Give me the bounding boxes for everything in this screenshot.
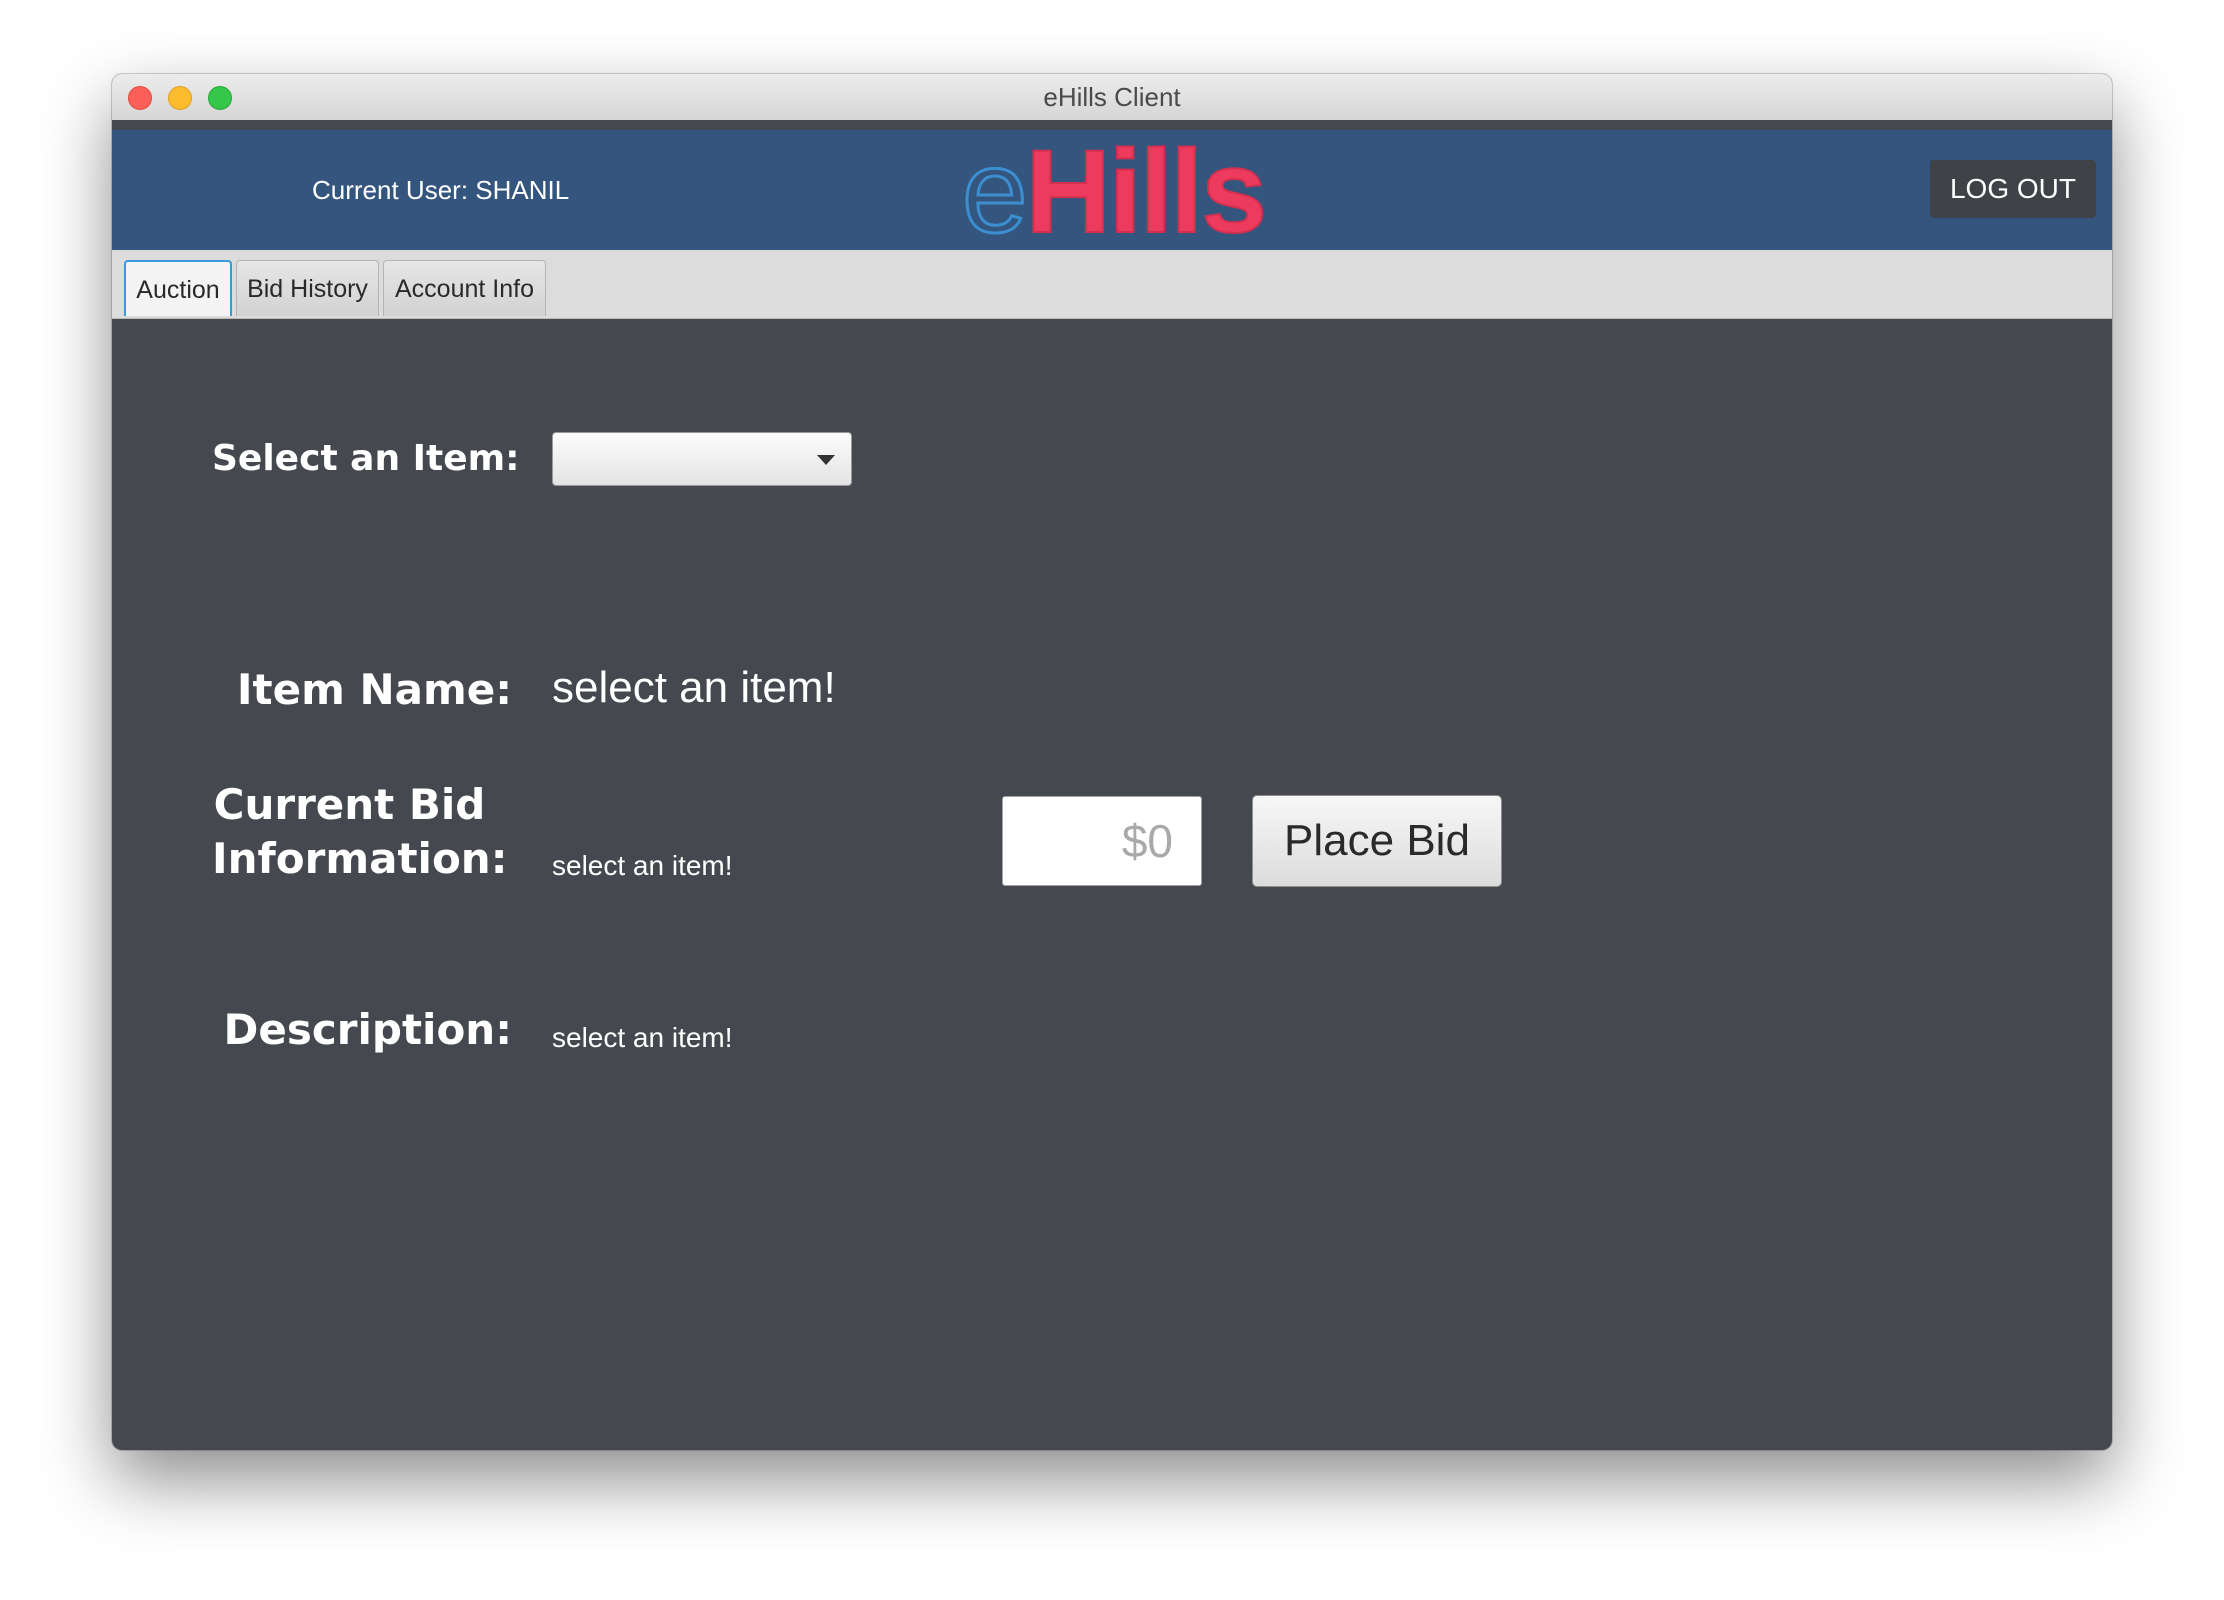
current-bid-label: Current Bid Information: [212, 778, 508, 886]
current-bid-value: select an item! [552, 850, 733, 881]
app-window: eHills Client Current User: SHANIL eHill… [112, 74, 2112, 1450]
chevron-down-icon [817, 455, 835, 465]
window-title: eHills Client [1043, 82, 1181, 112]
tab-bid-history[interactable]: Bid History [236, 260, 379, 316]
current-bid-label-line2: Information: [212, 834, 508, 883]
item-name-value: select an item! [552, 663, 836, 712]
select-item-label: Select an Item: [212, 438, 520, 479]
place-bid-button[interactable]: Place Bid [1252, 795, 1502, 887]
logo-e-text: e [961, 126, 1030, 258]
item-name-label: Item Name: [236, 665, 512, 714]
current-bid-label-line1: Current Bid [213, 780, 486, 829]
logout-button[interactable]: LOG OUT [1930, 160, 2096, 218]
logo-hills-text: Hills [1025, 126, 1268, 258]
tab-account-info[interactable]: Account Info [383, 260, 546, 316]
tab-auction[interactable]: Auction [124, 260, 232, 316]
description-label: Description: [223, 1005, 512, 1054]
description-value: select an item! [552, 1022, 733, 1053]
title-bar[interactable]: eHills Client [112, 74, 2112, 121]
app-header: Current User: SHANIL eHills LOG OUT [112, 130, 2112, 254]
tab-bar: Auction Bid History Account Info [112, 250, 2112, 319]
current-user-label: Current User: SHANIL [312, 175, 570, 205]
ehills-logo: eHills [961, 131, 1268, 254]
item-select-dropdown[interactable] [552, 432, 852, 486]
bid-amount-input[interactable] [1002, 796, 1202, 886]
